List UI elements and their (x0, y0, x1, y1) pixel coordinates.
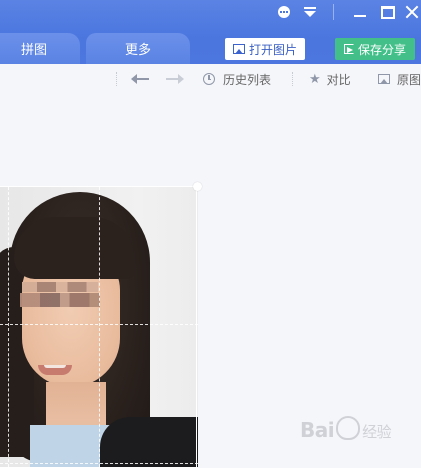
tab-more[interactable]: 更多 (86, 33, 190, 64)
original-image-icon (378, 74, 390, 84)
crop-guide-line (0, 324, 198, 325)
export-icon (343, 44, 354, 54)
crop-guide-line (0, 463, 198, 464)
crop-guide-line (8, 187, 9, 467)
photo-canvas[interactable] (0, 187, 198, 467)
crop-resize-handle[interactable] (193, 182, 202, 191)
image-icon (232, 44, 245, 54)
toolbar-divider (116, 72, 118, 86)
watermark-text-cn: 经验 (362, 423, 392, 441)
compare-icon: ★ (309, 71, 321, 87)
baidu-watermark: Bai 经验 (300, 416, 392, 442)
watermark-text: Bai (300, 418, 335, 442)
tab-collage-label: 拼图 (20, 43, 47, 58)
redo-icon[interactable] (166, 72, 184, 86)
close-icon[interactable] (402, 0, 421, 24)
mosaic-brows (22, 282, 98, 292)
tab-collage[interactable]: 拼图 (0, 33, 80, 64)
save-share-label: 保存分享 (357, 42, 406, 57)
history-list-label: 历史列表 (223, 72, 272, 87)
crop-guide-line (99, 187, 100, 467)
portrait-jacket (100, 417, 198, 467)
dropdown-menu-icon[interactable] (299, 0, 321, 24)
original-image-button[interactable]: 原图 (378, 72, 421, 87)
original-image-label: 原图 (397, 72, 421, 87)
open-image-button[interactable]: 打开图片 (225, 38, 305, 60)
toolbar-divider (292, 72, 294, 86)
portrait-mouth (38, 365, 72, 375)
paw-icon (336, 416, 361, 440)
maximize-icon[interactable] (378, 0, 398, 24)
chat-icon[interactable] (274, 0, 294, 24)
edit-toolbar: 历史列表 ★ 对比 原图 (0, 64, 421, 94)
undo-icon[interactable] (131, 72, 151, 86)
clock-icon (203, 73, 215, 85)
tab-more-label: 更多 (124, 43, 151, 58)
compare-label: 对比 (326, 72, 351, 87)
save-share-button[interactable]: 保存分享 (335, 38, 415, 60)
compare-button[interactable]: ★ 对比 (309, 71, 351, 87)
title-bar: 拼图 更多 打开图片 保存分享 (0, 0, 421, 64)
open-image-label: 打开图片 (248, 42, 297, 57)
mosaic-eyes (20, 293, 100, 307)
history-list-button[interactable]: 历史列表 (203, 72, 272, 87)
minimize-icon[interactable] (350, 0, 370, 24)
title-separator (333, 4, 334, 20)
portrait-bangs (14, 217, 134, 279)
